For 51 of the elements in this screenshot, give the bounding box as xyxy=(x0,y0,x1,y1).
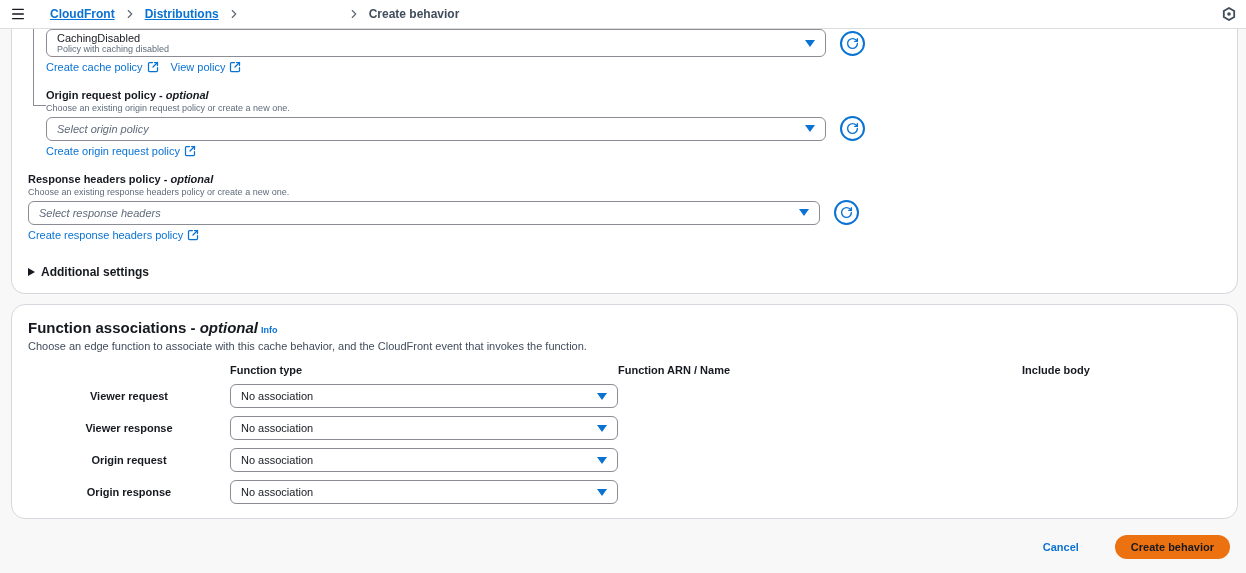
additional-settings-toggle[interactable]: Additional settings xyxy=(28,265,149,279)
create-behavior-button[interactable]: Create behavior xyxy=(1114,535,1230,559)
caret-icon xyxy=(28,268,35,276)
section-title: Function associations - optional xyxy=(28,319,258,336)
field-label: Response headers policy - optional xyxy=(28,173,214,185)
field-label: Origin request policy - optional xyxy=(46,89,209,101)
function-type-select[interactable]: No association xyxy=(230,416,618,440)
refresh-button[interactable] xyxy=(834,200,859,225)
select-field[interactable]: Select origin policy xyxy=(46,116,826,141)
menu-icon[interactable] xyxy=(10,6,26,22)
event-label: Viewer response xyxy=(84,422,174,434)
external-link-icon xyxy=(229,61,242,73)
function-type-select[interactable]: No association xyxy=(230,384,618,408)
select-field[interactable]: Select response headers xyxy=(28,200,820,225)
caret-icon xyxy=(597,488,607,496)
section-description: Choose an edge function to associate with this cache behavior, and the CloudFront event that invokes the function. xyxy=(28,340,588,352)
hexagon-icon[interactable] xyxy=(1222,7,1236,21)
select-field[interactable]: CachingDisabled Policy with caching disabled xyxy=(46,29,826,57)
cancel-button[interactable]: Cancel xyxy=(1036,540,1085,554)
column-header: Function ARN / Name xyxy=(618,364,732,376)
breadcrumb-link[interactable]: Distributions xyxy=(144,7,219,21)
field-description: Choose an existing response headers policy or create a new one. xyxy=(28,187,291,197)
event-label: Viewer request xyxy=(88,390,170,402)
breadcrumb-current: Create behavior xyxy=(368,7,460,21)
function-type-select[interactable]: No association xyxy=(230,448,618,472)
column-header: Function type xyxy=(230,364,304,376)
caret-icon xyxy=(799,209,809,216)
refresh-icon xyxy=(846,122,859,135)
caret-icon xyxy=(597,456,607,464)
create-policy-link[interactable]: Create origin request policy xyxy=(46,145,196,157)
policy-link[interactable]: Create cache policy xyxy=(46,61,159,73)
caret-icon xyxy=(805,39,815,47)
external-link-icon xyxy=(183,145,196,157)
policy-link[interactable]: View policy xyxy=(170,61,242,73)
event-label: Origin request xyxy=(90,454,168,466)
caret-icon xyxy=(597,424,607,432)
function-type-select[interactable]: No association xyxy=(230,480,618,504)
caret-icon xyxy=(597,392,607,400)
refresh-icon xyxy=(840,206,853,219)
refresh-button[interactable] xyxy=(840,30,865,56)
refresh-icon xyxy=(846,36,859,50)
external-link-icon xyxy=(146,61,159,73)
column-header: Include body xyxy=(1022,364,1091,376)
field-description: Choose an existing origin request policy or create a new one. xyxy=(46,103,291,113)
breadcrumb-link[interactable]: CloudFront xyxy=(50,7,115,21)
create-policy-link[interactable]: Create response headers policy xyxy=(28,229,200,241)
caret-icon xyxy=(805,125,815,132)
external-link-icon xyxy=(187,229,200,241)
refresh-button[interactable] xyxy=(840,116,865,141)
event-label: Origin response xyxy=(85,486,173,498)
info-link[interactable]: Info xyxy=(261,325,278,335)
